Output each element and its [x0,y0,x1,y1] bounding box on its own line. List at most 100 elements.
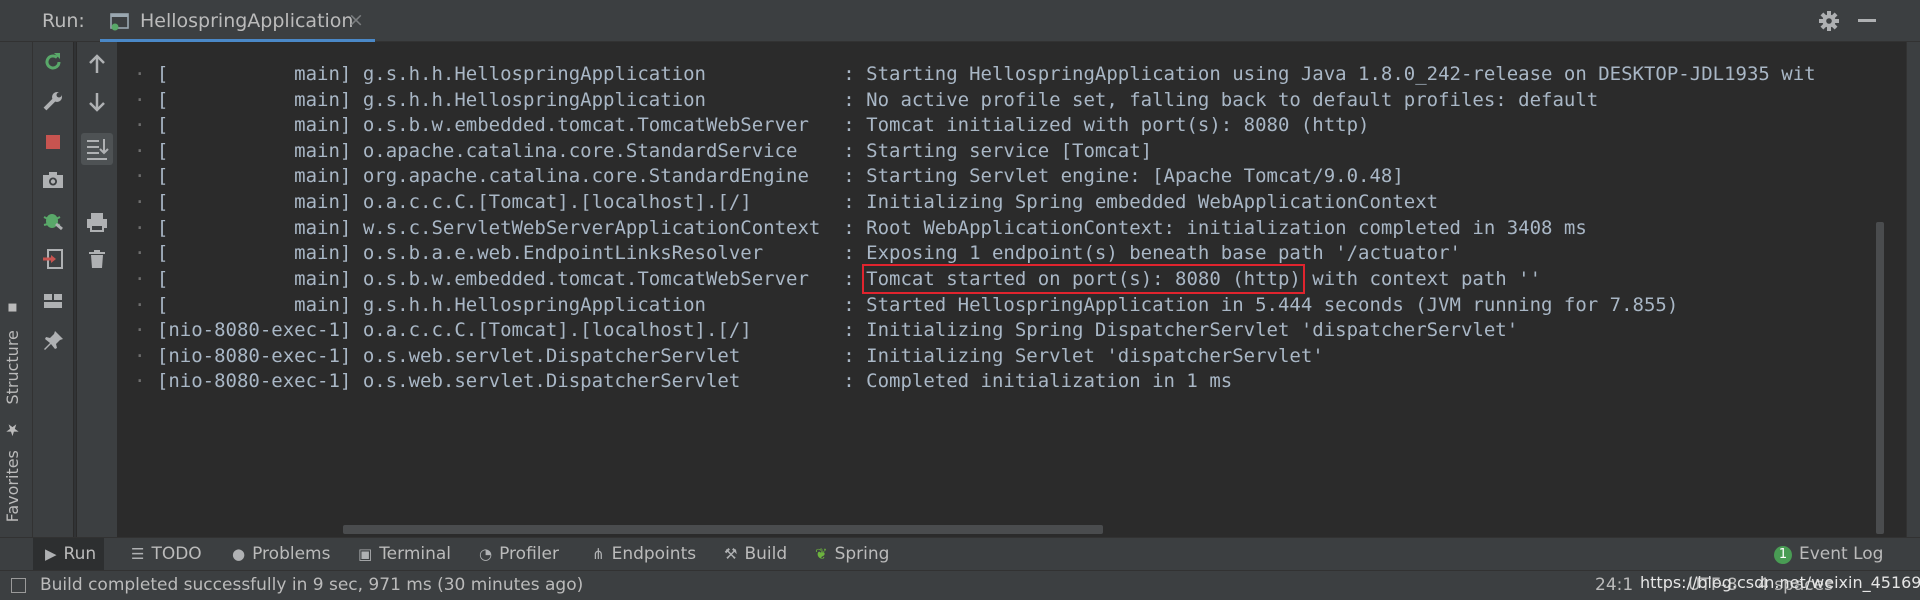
log-logger: o.s.b.w.embedded.tomcat.TomcatWebServer [362,114,821,136]
star-icon: ★ [3,420,22,439]
log-logger: o.apache.catalina.core.StandardService [362,140,821,162]
log-message: : No active profile set, falling back to… [843,89,1599,111]
spring-leaf-icon: ❦ [815,545,828,563]
fold-marker: · [134,319,157,341]
log-logger: o.s.web.servlet.DispatcherServlet [362,370,821,392]
tool-tab-todo[interactable]: ☰ TODO [131,538,202,571]
info-icon: ● [232,545,246,563]
log-logger: o.s.web.servlet.DispatcherServlet [362,345,821,367]
tool-tab-label: TODO [151,544,202,564]
profiler-icon: ◔ [479,545,493,563]
left-tool-strip: Structure ▪ Favorites ★ [0,42,33,537]
tab-title: HellospringApplication [140,10,354,32]
vertical-scrollbar-thumb[interactable] [1876,222,1884,534]
tool-tab-label: Build [744,544,788,564]
hammer-icon: ⚒ [724,545,738,563]
trash-icon[interactable] [85,247,109,271]
arrow-down-icon[interactable] [85,90,109,114]
tool-tab-label: Spring [834,544,890,564]
wrench-icon[interactable] [41,89,65,113]
fold-marker: · [134,370,157,392]
tool-tab-event-log[interactable]: 1 Event Log [1774,538,1883,571]
fold-marker: · [134,114,157,136]
fold-marker: · [134,268,157,290]
run-toolbar-secondary [77,42,117,537]
favorites-side-tab[interactable]: Favorites ★ [3,420,22,522]
application-icon [110,11,130,35]
run-icon: ▶ [45,545,57,563]
structure-side-tab[interactable]: Structure ▪ [3,300,22,405]
right-tool-strip [1906,42,1920,537]
log-thread: [ main] [156,89,352,111]
log-thread: [nio-8080-exec-1] [156,345,352,367]
tool-tab-spring[interactable]: ❦ Spring [815,538,889,571]
horizontal-scrollbar-thumb[interactable] [343,525,1103,534]
log-thread: [ main] [156,140,352,162]
gear-icon[interactable] [1818,10,1840,36]
console-output[interactable]: · [ main] g.s.h.h.HellospringApplication… [118,42,1882,537]
log-message: : Starting HellospringApplication using … [843,63,1816,85]
layout-icon[interactable] [41,289,65,313]
caret-position[interactable]: 24:1 [1595,575,1633,595]
endpoints-icon: ⋔ [592,545,605,563]
fold-marker: · [134,345,157,367]
log-message: : Started HellospringApplication in 5.44… [843,294,1679,316]
log-message: : Completed initialization in 1 ms [843,370,1233,392]
fold-marker: · [134,191,157,213]
log-thread: [ main] [156,268,352,290]
minimize-icon[interactable] [1858,19,1876,22]
fold-marker: · [134,165,157,187]
log-thread: [ main] [156,63,352,85]
event-log-count-badge: 1 [1774,545,1792,564]
arrow-up-icon[interactable] [85,52,109,76]
log-thread: [nio-8080-exec-1] [156,370,352,392]
log-message: : Initializing Spring DispatcherServlet … [843,319,1519,341]
rerun-icon[interactable] [41,50,65,74]
scroll-to-end-icon[interactable] [81,133,113,165]
tool-tab-label: Event Log [1799,544,1884,564]
fold-marker: · [134,89,157,111]
tool-window-bar: ▶ Run ☰ TODO ● Problems ▣ Terminal ◔ Pro… [0,537,1920,571]
run-label: Run: [42,10,85,32]
tool-tab-endpoints[interactable]: ⋔ Endpoints [592,538,696,571]
pin-icon[interactable] [41,329,65,353]
camera-icon[interactable] [41,168,65,192]
tool-tab-run[interactable]: ▶ Run [33,538,105,571]
log-logger: w.s.c.ServletWebServerApplicationContext [362,217,821,239]
log-message-rest: with context path '' [1300,268,1542,290]
tool-tab-terminal[interactable]: ▣ Terminal [358,538,451,571]
toolbar-divider [74,42,76,537]
log-logger: o.s.b.w.embedded.tomcat.TomcatWebServer [362,268,821,290]
log-message: : Exposing 1 endpoint(s) beneath base pa… [843,242,1461,264]
debug-bug-icon[interactable] [41,208,65,232]
tab-hellospring-application[interactable]: HellospringApplication × [100,0,375,42]
log-logger: org.apache.catalina.core.StandardEngine [362,165,821,187]
print-icon[interactable] [85,210,109,234]
list-icon: ☰ [131,545,145,563]
stop-icon[interactable] [41,130,65,154]
status-message[interactable]: Build completed successfully in 9 sec, 9… [40,575,583,595]
log-thread: [ main] [156,165,352,187]
structure-icon: ▪ [3,300,22,319]
log-message: : [843,268,867,290]
tool-tab-problems[interactable]: ● Problems [232,538,330,571]
tool-tab-profiler[interactable]: ◔ Profiler [479,538,559,571]
status-bar: Build completed successfully in 9 sec, 9… [0,570,1920,600]
log-message: : Tomcat initialized with port(s): 8080 … [843,114,1370,136]
tool-tab-label: Run [63,544,97,564]
tool-tab-build[interactable]: ⚒ Build [724,538,787,571]
tool-tab-label: Endpoints [611,544,697,564]
log-thread: [ main] [156,294,352,316]
tool-tab-label: Terminal [379,544,452,564]
log-logger: o.s.b.a.e.web.EndpointLinksResolver [362,242,821,264]
import-icon[interactable] [41,247,65,271]
status-window-icon[interactable] [11,578,26,593]
highlighted-log-text: Tomcat started on port(s): 8080 (http) [862,264,1305,294]
log-logger: o.a.c.c.C.[Tomcat].[localhost].[/] [362,191,821,213]
log-logger: g.s.h.h.HellospringApplication [362,89,821,111]
run-toolbar-primary [33,42,73,537]
log-message: : Starting service [Tomcat] [843,140,1153,162]
log-thread: [ main] [156,191,352,213]
close-icon[interactable]: × [348,9,364,31]
fold-marker: · [134,63,157,85]
